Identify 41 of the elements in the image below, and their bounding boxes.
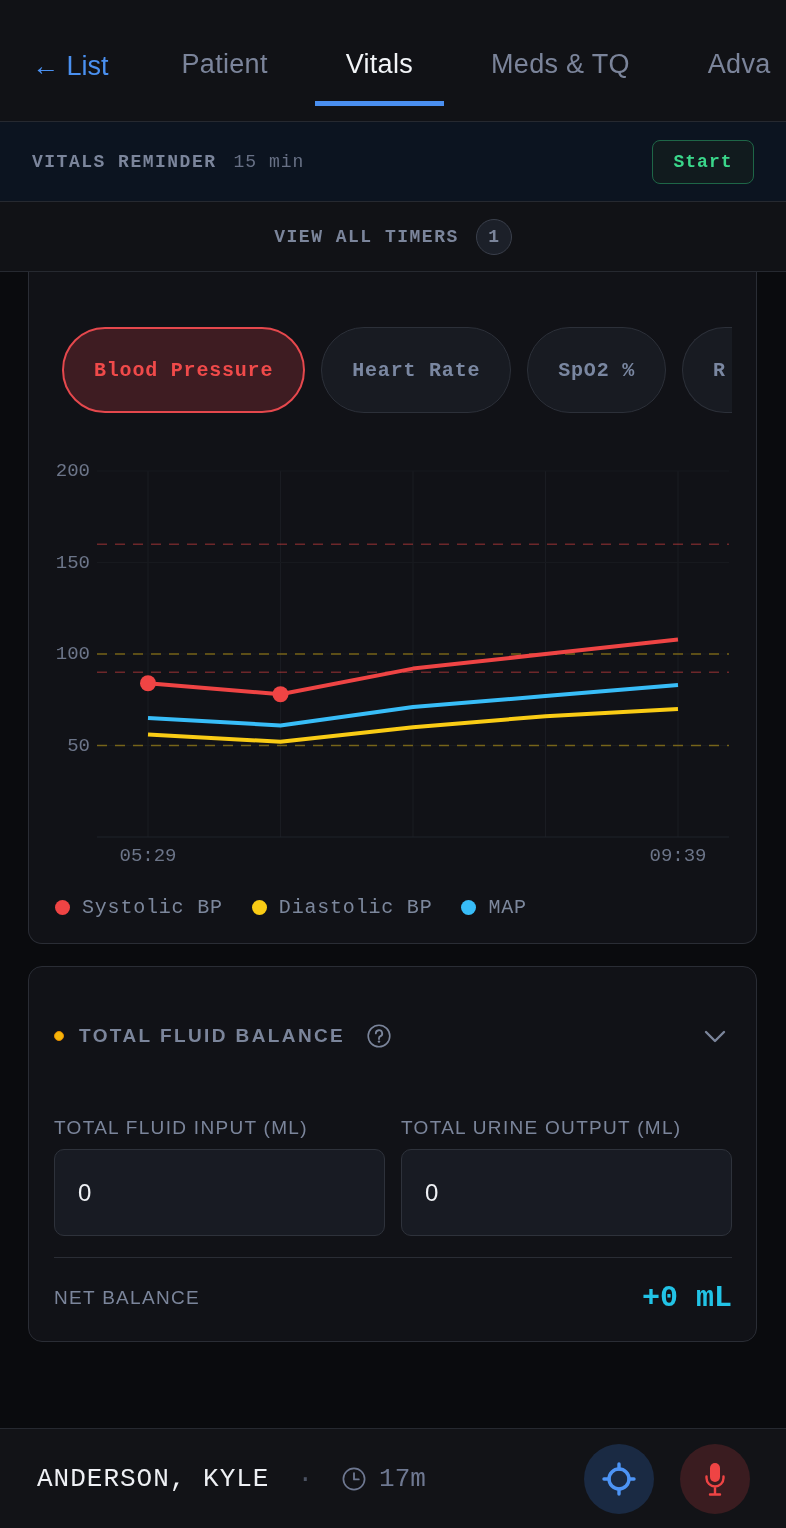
chevron-down-icon[interactable] xyxy=(704,1029,726,1043)
clock-icon xyxy=(342,1466,367,1491)
legend-label: Systolic BP xyxy=(82,895,223,919)
data-point xyxy=(272,686,289,703)
legend-label: Diastolic BP xyxy=(278,895,433,919)
back-link[interactable]: ← List xyxy=(32,0,109,83)
field-label: TOTAL FLUID INPUT (ML) xyxy=(54,1116,309,1140)
tab[interactable]: Adva xyxy=(676,0,771,106)
metric-chip[interactable]: SpO2 % xyxy=(527,327,667,413)
help-icon xyxy=(367,1024,392,1048)
axis-label: 09:39 xyxy=(649,845,707,867)
elapsed-time: 17m xyxy=(379,1463,426,1494)
separator-dot: · xyxy=(297,1463,314,1494)
start-button[interactable]: Start xyxy=(652,139,754,184)
field-label: TOTAL URINE OUTPUT (ML) xyxy=(401,1116,683,1140)
microphone-icon xyxy=(704,1461,726,1496)
reminder-title: VITALS REMINDER xyxy=(32,151,217,172)
data-point xyxy=(140,675,156,692)
axis-label: 05:29 xyxy=(119,845,177,867)
net-balance-label: NET BALANCE xyxy=(54,1287,200,1309)
timer-count-badge: 1 xyxy=(475,218,512,255)
axis-label: 150 xyxy=(55,551,90,574)
metric-chip[interactable]: R xyxy=(682,327,732,413)
tab[interactable]: Vitals xyxy=(314,0,445,106)
tab[interactable]: Meds & TQ xyxy=(460,0,661,106)
net-balance-value: +0 mL xyxy=(642,1281,732,1315)
axis-label: 50 xyxy=(67,734,90,757)
status-dot-icon xyxy=(54,1031,64,1041)
view-timers-button[interactable]: VIEW ALL TIMERS 1 xyxy=(0,202,786,272)
patient-name: ANDERSON, KYLE xyxy=(37,1463,270,1494)
reminder-interval: 15 min xyxy=(233,151,305,172)
tab[interactable]: Patient xyxy=(150,0,299,106)
legend-label: MAP xyxy=(488,895,527,919)
axis-label: 100 xyxy=(55,643,90,665)
axis-label: 200 xyxy=(55,460,90,482)
section-title: TOTAL FLUID BALANCE xyxy=(79,1025,346,1047)
metric-chip[interactable]: Blood Pressure xyxy=(62,327,306,413)
input-field[interactable]: 0 xyxy=(54,1149,385,1236)
crosshair-icon xyxy=(602,1461,636,1496)
metric-chip[interactable]: Heart Rate xyxy=(321,327,512,413)
input-field[interactable]: 0 xyxy=(401,1149,732,1236)
